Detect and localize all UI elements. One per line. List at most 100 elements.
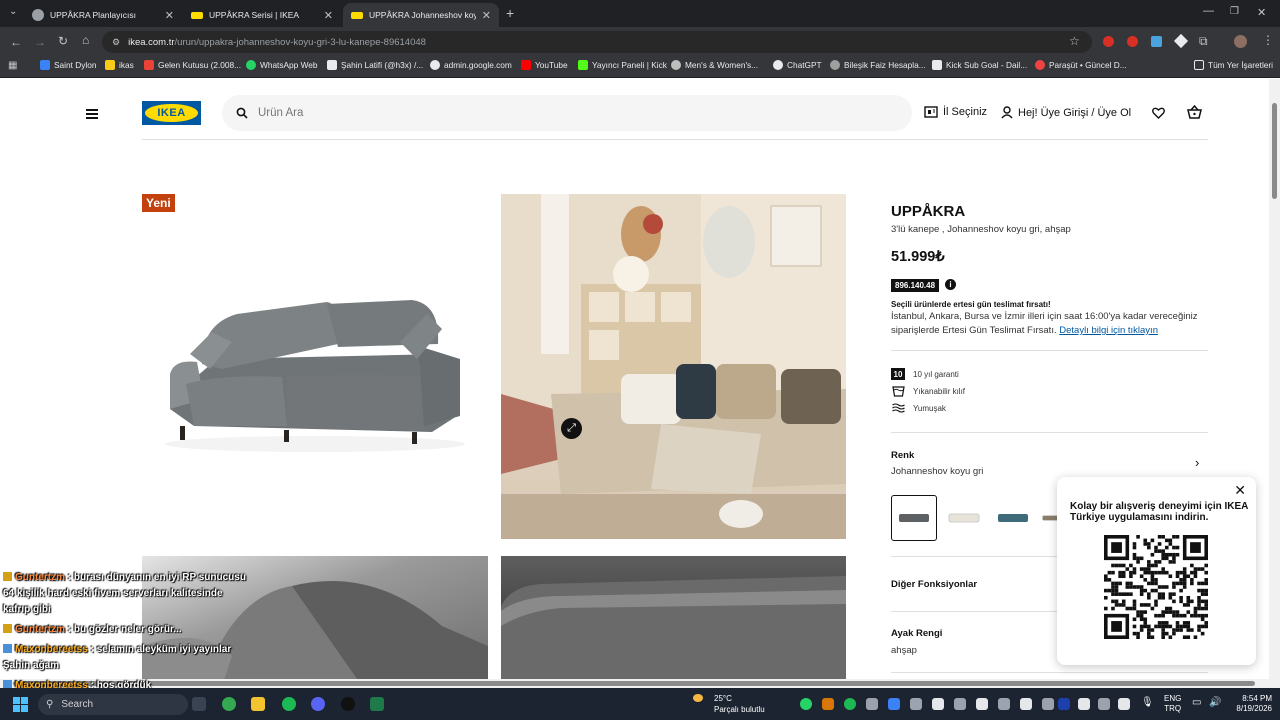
forward-icon[interactable]: → xyxy=(34,35,46,49)
tab-uppakra-johanneshov[interactable]: UPPÅKRA Johanneshov koyu gri ✕ xyxy=(343,3,499,27)
tray-icon[interactable] xyxy=(1078,698,1090,710)
chevron-right-icon[interactable]: › xyxy=(1195,455,1199,470)
bookmark-label: Gelen Kutusu (2.008... xyxy=(158,60,242,70)
menu-kebab-icon[interactable]: ⋮ xyxy=(1262,33,1274,47)
extensions-puzzle-icon[interactable]: ⧉ xyxy=(1199,34,1208,49)
close-window-icon[interactable]: ✕ xyxy=(1257,6,1266,19)
tab-search-icon[interactable]: ⌄ xyxy=(9,6,17,17)
task-view-icon[interactable] xyxy=(192,697,206,711)
basket-icon[interactable] xyxy=(1187,105,1202,119)
spotify-icon[interactable] xyxy=(282,697,296,711)
product-image-main[interactable] xyxy=(142,194,488,540)
search-input[interactable] xyxy=(258,107,858,119)
hamburger-menu-icon[interactable] xyxy=(86,109,98,122)
bookmark-item[interactable]: WhatsApp Web xyxy=(246,60,318,70)
extension-icon[interactable] xyxy=(1173,33,1189,49)
restore-icon[interactable]: ❐ xyxy=(1230,6,1239,17)
swatch-dark-grey[interactable] xyxy=(891,495,937,541)
bookmark-item[interactable]: ikas xyxy=(105,60,134,70)
tray-icon[interactable] xyxy=(1098,698,1110,710)
tray-icon[interactable] xyxy=(888,698,900,710)
bookmark-item[interactable]: Men's & Women's... xyxy=(671,60,758,70)
bookmark-item[interactable]: Yayıncı Paneli | Kick xyxy=(578,60,667,70)
extension-icon[interactable] xyxy=(1151,36,1162,47)
site-info-icon[interactable]: ⚙ xyxy=(112,37,120,48)
heart-icon[interactable] xyxy=(1152,107,1165,119)
app-icon[interactable] xyxy=(341,697,355,711)
swatch-white[interactable] xyxy=(941,495,987,541)
discord-icon[interactable] xyxy=(311,697,325,711)
spotify-tray-icon[interactable] xyxy=(844,698,856,710)
ikea-logo[interactable]: IKEA xyxy=(142,101,201,125)
google-icon xyxy=(430,60,440,70)
home-icon[interactable]: ⌂ xyxy=(82,33,89,47)
minimize-icon[interactable]: — xyxy=(1203,5,1214,17)
close-icon[interactable]: ✕ xyxy=(1234,482,1246,499)
tray-icon[interactable] xyxy=(998,698,1010,710)
bookmark-item[interactable]: Kick Sub Goal - Dail... xyxy=(932,60,1027,70)
chrome-icon[interactable] xyxy=(222,697,236,711)
bookmark-star-icon[interactable]: ☆ xyxy=(1069,34,1080,48)
breadcrumb[interactable]: ▁▁▁ ▁▁▁▁▁ ▁▁▁▁▁▁ ▁▁▁▁▁▁ ▁▁▁▁▁▁▁▁▁ xyxy=(142,132,461,139)
tray-icon[interactable] xyxy=(1020,698,1032,710)
microphone-icon[interactable]: 🎙 xyxy=(1141,697,1154,708)
bookmark-item[interactable]: YouTube xyxy=(521,60,568,70)
tray-icon[interactable] xyxy=(910,698,922,710)
swatch-beige[interactable] xyxy=(1039,495,1059,541)
bookmark-item[interactable]: Şahin Latifi (@h3x) /... xyxy=(327,60,423,70)
search-bar[interactable] xyxy=(222,95,912,131)
vertical-scrollbar[interactable] xyxy=(1269,79,1280,679)
address-bar[interactable]: ⚙ ikea.com.tr/urun/uppakra-johanneshov-k… xyxy=(102,31,1092,53)
login-link[interactable]: Hej! Üye Girişi / Üye Ol xyxy=(1001,106,1131,119)
region-selector[interactable]: İl Seçiniz xyxy=(924,106,987,118)
tray-icon[interactable] xyxy=(822,698,834,710)
tab-uppakra-series[interactable]: UPPÅKRA Serisi | IKEA ✕ xyxy=(183,3,341,27)
windows-start-icon[interactable] xyxy=(13,697,28,712)
tab-uppakra-planner[interactable]: UPPÅKRA Planlayıcısı ✕ xyxy=(24,3,182,27)
tray-icon[interactable] xyxy=(954,698,966,710)
qr-code[interactable] xyxy=(1104,535,1208,639)
tray-icon[interactable] xyxy=(1118,698,1130,710)
tray-icon[interactable] xyxy=(932,698,944,710)
bookmark-item[interactable]: Paraşüt • Güncel D... xyxy=(1035,60,1127,70)
bookmark-item[interactable]: Saint Dylon xyxy=(40,60,96,70)
scroll-thumb[interactable] xyxy=(13,681,1255,686)
system-clock[interactable]: 8:54 PM 8/19/2026 xyxy=(1226,694,1272,714)
weather-widget[interactable]: 25°C Parçalı bulutlu xyxy=(714,693,765,715)
extension-icon[interactable] xyxy=(1103,36,1114,47)
tray-icon[interactable] xyxy=(1042,698,1054,710)
product-image-detail-fabric[interactable] xyxy=(501,556,846,679)
file-explorer-icon[interactable] xyxy=(251,697,265,711)
network-icon[interactable]: ▭ xyxy=(1192,697,1201,708)
bookmark-item[interactable]: ChatGPT xyxy=(773,60,822,70)
new-tab-icon[interactable]: + xyxy=(506,5,514,21)
swatch-blue[interactable] xyxy=(990,495,1036,541)
close-tab-icon[interactable]: ✕ xyxy=(165,9,174,22)
delivery-details-link[interactable]: Detaylı bilgi için tıklayın xyxy=(1059,325,1158,336)
other-functions[interactable]: Diğer Fonksiyonlar xyxy=(891,579,977,590)
bookmark-item[interactable]: Gelen Kutusu (2.008... xyxy=(144,60,241,70)
scroll-thumb[interactable] xyxy=(1272,103,1277,199)
tray-icon[interactable] xyxy=(866,698,878,710)
product-image-room[interactable] xyxy=(501,194,846,539)
terminal-icon[interactable] xyxy=(370,697,384,711)
expand-image-icon[interactable]: ⤢ xyxy=(561,418,582,439)
apps-grid-icon[interactable]: ▦ xyxy=(8,60,17,71)
close-tab-icon[interactable]: ✕ xyxy=(482,9,491,22)
tray-icon[interactable] xyxy=(976,698,988,710)
back-icon[interactable]: ← xyxy=(10,35,22,49)
profile-avatar[interactable] xyxy=(1234,35,1247,48)
whatsapp-tray-icon[interactable] xyxy=(800,698,812,710)
steam-icon[interactable] xyxy=(1058,698,1070,710)
extension-icon[interactable] xyxy=(1127,36,1138,47)
close-tab-icon[interactable]: ✕ xyxy=(324,9,333,22)
language-indicator[interactable]: ENG TRQ xyxy=(1164,694,1181,714)
bookmark-item[interactable]: admin.google.com xyxy=(430,60,512,70)
bookmark-item[interactable]: Bileşik Faiz Hesapla... xyxy=(830,60,926,70)
horizontal-scrollbar[interactable] xyxy=(0,679,1280,688)
taskbar-search[interactable]: ⚲ Search xyxy=(38,694,188,715)
reload-icon[interactable]: ↻ xyxy=(58,34,68,48)
volume-icon[interactable]: 🔊 xyxy=(1209,697,1221,708)
all-bookmarks[interactable]: Tüm Yer İşaretleri xyxy=(1194,60,1273,70)
info-icon[interactable]: i xyxy=(945,279,956,290)
